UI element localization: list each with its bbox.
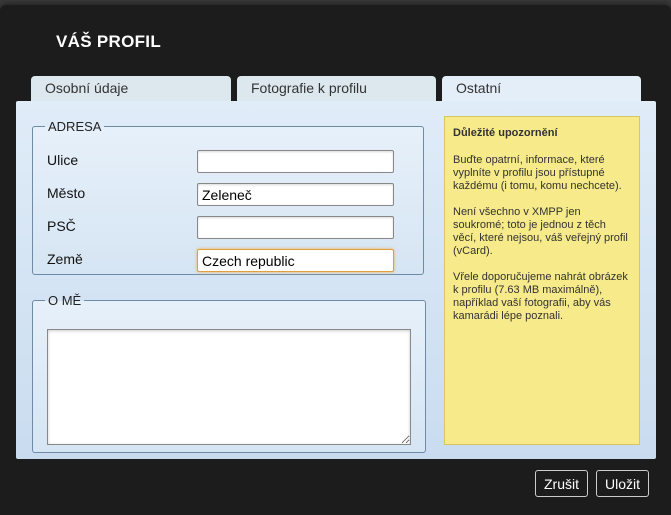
zip-label: PSČ: [47, 218, 76, 234]
tab-other[interactable]: Ostatní: [442, 76, 641, 102]
profile-dialog: VÁŠ PROFIL Osobní údaje Fotografie k pro…: [0, 5, 671, 515]
cancel-button[interactable]: Zrušit: [535, 470, 588, 497]
tab-profile-photo[interactable]: Fotografie k profilu: [237, 76, 436, 102]
tab-panel-other: ADRESA Ulice Město PSČ Země O MĚ Důležit…: [16, 101, 656, 459]
about-me-legend: O MĚ: [48, 293, 82, 308]
dialog-title: VÁŠ PROFIL: [56, 32, 162, 51]
notice-title: Důležité upozornění: [453, 127, 558, 139]
notice-paragraph: Buďte opatrní, informace, které vyplníte…: [453, 154, 622, 192]
notice-paragraph: Vřele doporučujeme nahrát obrázek k prof…: [453, 271, 628, 322]
country-label: Země: [47, 251, 83, 267]
city-label: Město: [47, 185, 86, 201]
zip-input[interactable]: [197, 216, 394, 239]
street-input[interactable]: [197, 150, 394, 173]
country-input[interactable]: [197, 249, 394, 272]
notice-paragraph: Není všechno v XMPP jen soukromé; toto j…: [453, 206, 628, 257]
about-me-fieldset: O MĚ: [32, 293, 426, 453]
city-input[interactable]: [197, 183, 394, 206]
about-me-textarea[interactable]: [47, 329, 411, 445]
street-label: Ulice: [47, 152, 79, 168]
tab-personal-info[interactable]: Osobní údaje: [31, 76, 231, 102]
important-notice: Důležité upozornění Buďte opatrní, infor…: [444, 116, 640, 445]
address-fieldset: ADRESA Ulice Město PSČ Země: [32, 119, 424, 275]
save-button[interactable]: Uložit: [596, 470, 650, 497]
address-legend: ADRESA: [48, 119, 102, 134]
